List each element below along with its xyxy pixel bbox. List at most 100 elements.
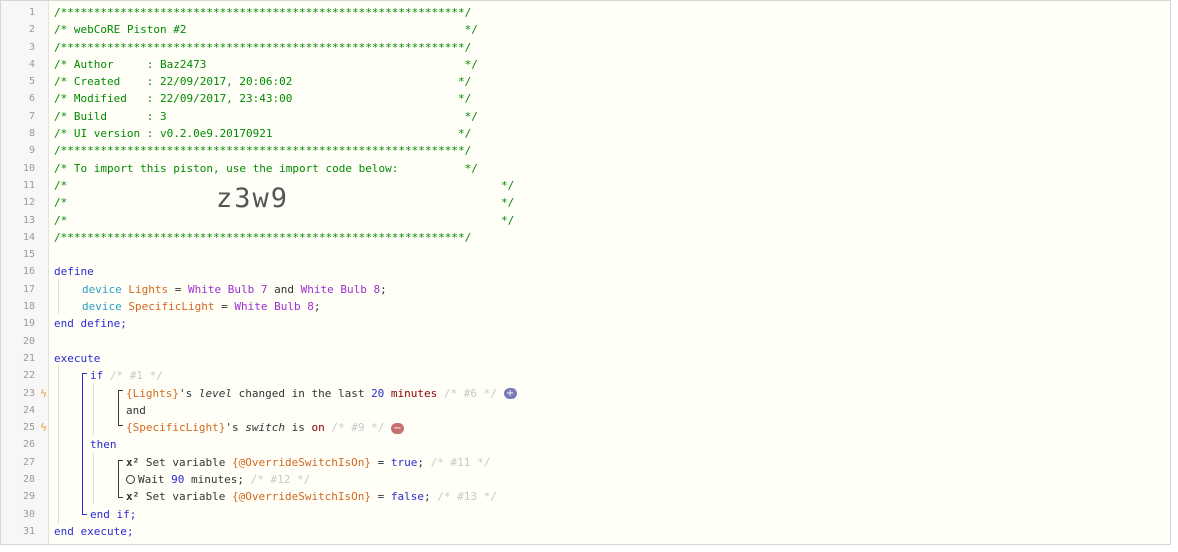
code-line: 19 end define;: [1, 315, 1170, 332]
code-line: 4 /* Author : Baz2473 */: [1, 56, 1170, 73]
comment-close: */: [501, 213, 515, 227]
line-number: 20: [22, 335, 35, 347]
line-number: 4: [28, 58, 35, 70]
statement-text: Set variable: [139, 490, 232, 504]
code-line: 24 and: [1, 402, 1170, 419]
line-number: 27: [22, 456, 35, 468]
lightning-bolt-icon: ϟ: [40, 421, 48, 435]
line-number: 24: [22, 404, 35, 416]
assign-operator: =: [168, 282, 188, 296]
device-type: device: [82, 300, 122, 314]
line-number: 15: [22, 249, 35, 261]
header-stars: /***************************************…: [54, 144, 472, 158]
statement-text: Set variable: [139, 455, 232, 469]
variable-reference: {@OverrideSwitchIsOn}: [231, 455, 372, 469]
line-number: 11: [22, 179, 35, 191]
code-line: 26 then: [1, 436, 1170, 453]
semicolon: ;: [417, 455, 425, 469]
boolean-value: false: [390, 490, 425, 504]
then-keyword: then: [90, 438, 117, 452]
header-author: /* Author : Baz2473 */: [54, 57, 478, 71]
define-keyword[interactable]: define: [54, 263, 94, 280]
line-number: 16: [22, 266, 35, 278]
device-reference: {Lights}: [126, 386, 179, 400]
code-line: 3 /**************************************…: [1, 39, 1170, 56]
device-value: White Bulb 7: [188, 282, 268, 296]
comment-open: /*: [54, 213, 68, 227]
duration-value: 90: [171, 473, 185, 487]
line-number: 21: [22, 352, 35, 364]
line-number: 13: [22, 214, 35, 226]
line-number: 30: [22, 508, 35, 520]
code-line: 12 /* z3w9 */: [1, 185, 1170, 212]
device-declaration-specificlight[interactable]: device SpecificLight = White Bulb 8;: [82, 298, 320, 315]
wait-statement[interactable]: Wait 90 minutes; /* #12 */: [126, 471, 310, 488]
end-define-keyword: end define;: [54, 317, 127, 331]
logical-operator-and[interactable]: and: [126, 402, 146, 419]
line-number: 12: [22, 197, 35, 209]
clock-icon: [126, 475, 135, 485]
header-stars: /***************************************…: [54, 230, 472, 244]
comment-close: */: [501, 178, 515, 192]
attribute-name: level: [198, 386, 232, 400]
lightning-bolt-icon: ϟ: [40, 386, 48, 400]
set-variable-false-statement[interactable]: x² Set variable {@OverrideSwitchIsOn} = …: [126, 488, 497, 505]
code-line: 13 /* */: [1, 212, 1170, 229]
header-ui-version: /* UI version : v0.2.0e9.20170921 */: [54, 127, 472, 141]
code-line: 16 define: [1, 263, 1170, 280]
code-line: 14 /*************************************…: [1, 229, 1170, 246]
statement-text: Wait: [138, 473, 172, 487]
line-number: 5: [28, 76, 35, 88]
code-line: 27 x² Set variable {@OverrideSwitchIsOn} …: [1, 454, 1170, 471]
line-number: 14: [22, 231, 35, 243]
line-number: 1: [28, 7, 35, 18]
condition-switch-is-on[interactable]: {SpecificLight}'s switch is on /* #9 */ …: [126, 419, 404, 436]
comment-close: */: [501, 196, 515, 210]
comparison-value: on: [311, 421, 325, 435]
add-condition-button[interactable]: +: [503, 388, 517, 400]
code-line: 28 Wait 90 minutes; /* #12 */: [1, 471, 1170, 488]
statement-id-comment: /* #12 */: [250, 473, 311, 487]
code-line: 30 end if;: [1, 506, 1170, 523]
code-line: 17 device Lights = White Bulb 7 and White…: [1, 281, 1170, 298]
remove-condition-button[interactable]: −: [390, 422, 404, 434]
device-value: White Bulb 8: [234, 300, 314, 314]
condition-level-changed[interactable]: {Lights}'s level changed in the last 20 …: [126, 385, 517, 402]
code-line: 11 /* */: [1, 177, 1170, 194]
line-number: 2: [28, 24, 35, 36]
code-line: 29 x² Set variable {@OverrideSwitchIsOn} …: [1, 488, 1170, 505]
line-number: 7: [28, 110, 35, 122]
if-statement[interactable]: if /* #1 */: [90, 367, 163, 384]
comment-open: /*: [54, 196, 68, 210]
code-line: 10 /* To import this piston, use the impo…: [1, 160, 1170, 177]
line-number: 31: [22, 525, 35, 537]
variable-reference: {@OverrideSwitchIsOn}: [231, 490, 372, 504]
end-execute-keyword: end execute;: [54, 524, 134, 538]
code-line: 5 /* Created : 22/09/2017, 20:06:02 */: [1, 73, 1170, 90]
line-number: 26: [22, 439, 35, 451]
header-modified: /* Modified : 22/09/2017, 23:43:00 */: [54, 92, 472, 106]
duration-value: 20: [371, 386, 385, 400]
device-declaration-lights[interactable]: device Lights = White Bulb 7 and White B…: [82, 281, 387, 298]
set-variable-true-statement[interactable]: x² Set variable {@OverrideSwitchIsOn} = …: [126, 454, 490, 471]
code-line: 15: [1, 246, 1170, 263]
code-line: 20: [1, 333, 1170, 350]
end-if-keyword: end if;: [90, 507, 137, 521]
line-number: 23: [22, 387, 35, 399]
code-line: 1 /**************************************…: [1, 4, 1170, 21]
line-number: 8: [28, 128, 35, 140]
duration-unit: minutes: [384, 386, 438, 400]
line-number: 9: [28, 145, 35, 157]
execute-keyword[interactable]: execute: [54, 350, 100, 367]
possessive: 's: [178, 386, 199, 400]
comment-open: /*: [54, 178, 68, 192]
line-number: 3: [28, 41, 35, 53]
device-reference: {SpecificLight}: [126, 421, 226, 435]
and-operator: and: [267, 282, 301, 296]
semicolon: ;: [380, 282, 387, 296]
line-number: 10: [22, 162, 35, 174]
line-number: 19: [22, 318, 35, 330]
line-number: 25: [22, 422, 35, 434]
code-line: 31 end execute;: [1, 523, 1170, 540]
code-line: 9 /**************************************…: [1, 142, 1170, 159]
